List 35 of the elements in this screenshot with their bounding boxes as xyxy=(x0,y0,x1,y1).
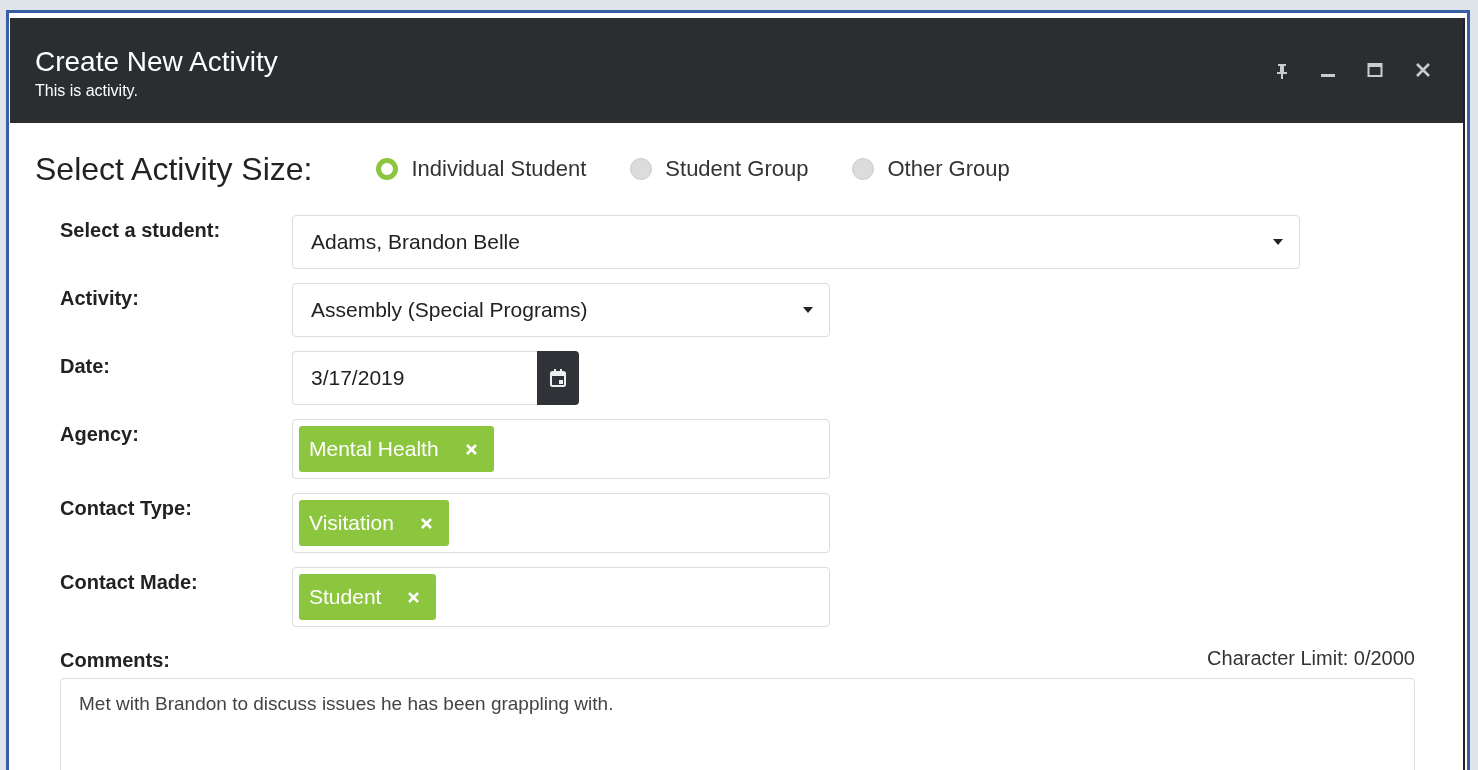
character-limit: Character Limit: 0/2000 xyxy=(1207,647,1415,670)
caret-icon xyxy=(1273,239,1283,245)
field-label: Date: xyxy=(60,355,111,378)
tag-chip: Mental Health xyxy=(299,426,494,472)
radio-icon[interactable] xyxy=(376,158,399,180)
field-label: Activity: xyxy=(60,287,140,310)
field-label: Comments: xyxy=(60,649,171,672)
remove-icon[interactable] xyxy=(407,590,421,604)
field-label: Contact Type: xyxy=(60,497,193,520)
pin-icon xyxy=(1275,61,1289,80)
field-label: Agency: xyxy=(60,423,140,446)
field-label: Select a student: xyxy=(60,219,222,242)
radio-option[interactable]: Individual Student xyxy=(376,156,587,182)
section-label: Select Activity Size: xyxy=(35,150,313,188)
radio-option[interactable]: Other Group xyxy=(852,156,1010,182)
close-icon xyxy=(1415,61,1431,78)
maximize-icon xyxy=(1367,61,1383,78)
tag-chip: Visitation xyxy=(299,500,449,546)
dropdown-field[interactable]: Adams, Brandon Belle xyxy=(292,215,1300,269)
remove-icon[interactable] xyxy=(464,442,478,456)
dropdown-field[interactable]: Assembly (Special Programs) xyxy=(292,283,830,337)
date-field[interactable]: 3/17/2019 xyxy=(292,351,537,405)
window-subtitle: This is activity. xyxy=(35,81,139,100)
caret-icon xyxy=(803,307,813,313)
window-title: Create New Activity xyxy=(35,45,278,78)
field-label: Contact Made: xyxy=(60,571,199,594)
radio-icon[interactable] xyxy=(630,158,653,180)
minimize-icon xyxy=(1321,73,1335,77)
remove-icon[interactable] xyxy=(419,516,433,530)
calendar-icon xyxy=(549,368,567,388)
tag-chip: Student xyxy=(299,574,437,620)
calendar-button[interactable] xyxy=(537,351,579,405)
comments-field[interactable]: Met with Brandon to discuss issues he has been grappling with. xyxy=(60,678,1415,770)
radio-option[interactable]: Student Group xyxy=(630,156,809,182)
radio-icon[interactable] xyxy=(852,158,875,180)
